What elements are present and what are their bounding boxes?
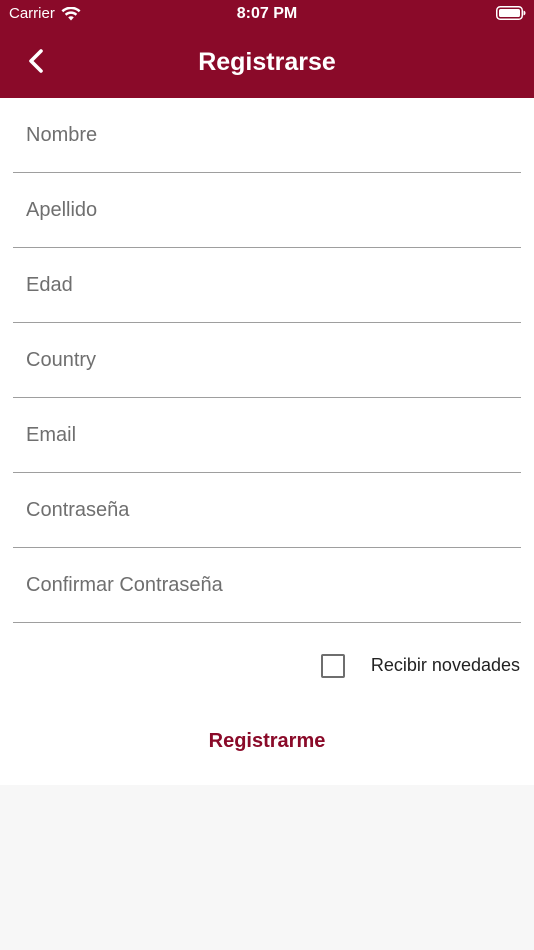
age-input[interactable] bbox=[13, 248, 521, 322]
confirm-password-input[interactable] bbox=[13, 548, 521, 622]
age-field bbox=[13, 248, 521, 323]
password-input[interactable] bbox=[13, 473, 521, 547]
first-name-field bbox=[13, 98, 521, 173]
registration-form: Recibir novedades Registrarme bbox=[0, 98, 534, 785]
nav-bar: Registrarse bbox=[0, 28, 534, 98]
page-title: Registrarse bbox=[198, 48, 336, 76]
first-name-input[interactable] bbox=[13, 98, 521, 172]
status-time: 8:07 PM bbox=[236, 5, 298, 22]
newsletter-checkbox[interactable] bbox=[321, 654, 345, 678]
register-button[interactable]: Registrarme bbox=[117, 718, 417, 764]
email-field bbox=[13, 398, 521, 473]
status-bar: Carrier 8:07 PM bbox=[0, 0, 534, 28]
country-input[interactable] bbox=[13, 323, 521, 397]
email-input[interactable] bbox=[13, 398, 521, 472]
battery-icon bbox=[496, 6, 526, 20]
last-name-field bbox=[13, 173, 521, 248]
newsletter-label: Recibir novedades bbox=[370, 655, 520, 675]
newsletter-row: Recibir novedades bbox=[0, 645, 534, 685]
password-field bbox=[13, 473, 521, 548]
last-name-input[interactable] bbox=[13, 173, 521, 247]
app-header: Carrier 8:07 PM Registrarse bbox=[0, 0, 534, 98]
confirm-password-field bbox=[13, 548, 521, 623]
country-field bbox=[13, 323, 521, 398]
